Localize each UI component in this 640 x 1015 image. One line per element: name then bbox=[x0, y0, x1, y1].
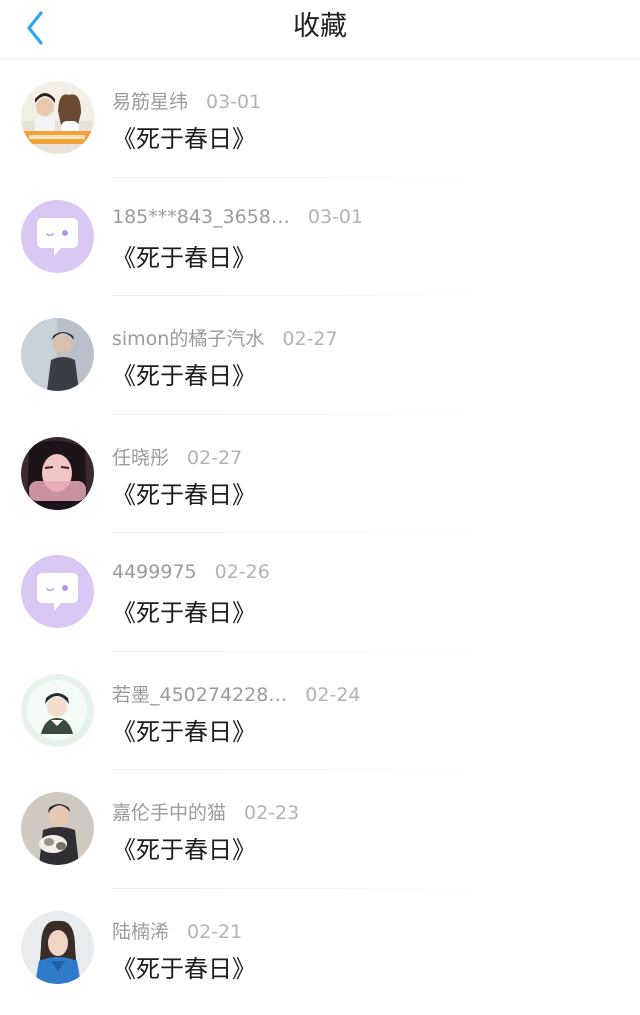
item-meta: 若墨_450274228… 02-24 bbox=[112, 680, 361, 707]
page-title: 收藏 bbox=[293, 11, 347, 42]
item-content: 《死于春日》 bbox=[112, 480, 256, 509]
avatar[interactable] bbox=[21, 318, 94, 391]
favorites-list: 易筋星纬 03-01 《死于春日》 185***843_3658… 03-01 《死… bbox=[0, 59, 640, 1007]
person-photo-icon bbox=[21, 910, 94, 984]
item-meta: simon的橘子汽水 02-27 bbox=[112, 324, 338, 351]
avatar[interactable] bbox=[21, 555, 94, 628]
username[interactable]: 易筋星纬 bbox=[112, 91, 188, 113]
chat-bubble-icon bbox=[21, 199, 94, 273]
list-item[interactable]: 若墨_450274228… 02-24 《死于春日》 bbox=[0, 652, 640, 770]
username[interactable]: 任晓彤 bbox=[112, 447, 169, 469]
item-meta: 185***843_3658… 03-01 bbox=[112, 206, 363, 228]
person-photo-icon bbox=[21, 436, 94, 510]
timestamp: 02-24 bbox=[305, 683, 361, 706]
timestamp: 03-01 bbox=[206, 91, 262, 113]
avatar[interactable] bbox=[21, 436, 94, 510]
list-item[interactable]: 嘉伦手中的猫 02-23 《死于春日》 bbox=[0, 770, 640, 889]
item-content: 《死于春日》 bbox=[112, 599, 256, 627]
item-content: 《死于春日》 bbox=[112, 243, 256, 272]
timestamp: 03-01 bbox=[307, 205, 364, 228]
list-item[interactable]: simon的橘子汽水 02-27 《死于春日》 bbox=[0, 296, 640, 415]
person-photo-icon bbox=[21, 792, 94, 865]
item-content: 《死于春日》 bbox=[112, 954, 256, 983]
photo-couple-avatar-icon bbox=[21, 81, 94, 154]
item-meta: 陆楠浠 02-21 bbox=[112, 917, 242, 944]
timestamp: 02-27 bbox=[187, 446, 243, 469]
username[interactable]: 嘉伦手中的猫 bbox=[112, 802, 226, 824]
list-item[interactable]: 陆楠浠 02-21 《死于春日》 bbox=[0, 889, 640, 1008]
person-photo-icon bbox=[21, 673, 94, 747]
username[interactable]: 4499975 bbox=[112, 561, 197, 583]
item-meta: 嘉伦手中的猫 02-23 bbox=[112, 798, 299, 825]
item-content: 《死于春日》 bbox=[112, 717, 256, 746]
list-item[interactable]: 任晓彤 02-27 《死于春日》 bbox=[0, 415, 640, 533]
item-meta: 易筋星纬 03-01 bbox=[112, 87, 261, 114]
username[interactable]: 若墨_450274228… bbox=[112, 684, 287, 706]
item-content: 《死于春日》 bbox=[112, 125, 256, 153]
chat-bubble-icon bbox=[21, 555, 94, 628]
avatar[interactable] bbox=[21, 81, 94, 154]
item-meta: 任晓彤 02-27 bbox=[112, 443, 242, 470]
timestamp: 02-21 bbox=[187, 920, 243, 943]
person-photo-icon bbox=[21, 318, 94, 391]
item-content: 《死于春日》 bbox=[112, 836, 256, 864]
item-content: 《死于春日》 bbox=[112, 362, 256, 390]
username[interactable]: 185***843_3658… bbox=[112, 206, 290, 228]
avatar[interactable] bbox=[21, 792, 94, 865]
avatar[interactable] bbox=[21, 199, 94, 273]
list-item[interactable]: 4499975 02-26 《死于春日》 bbox=[0, 533, 640, 652]
list-item[interactable]: 易筋星纬 03-01 《死于春日》 bbox=[0, 59, 640, 178]
timestamp: 02-27 bbox=[282, 328, 338, 350]
avatar[interactable] bbox=[21, 673, 94, 747]
item-meta: 4499975 02-26 bbox=[112, 561, 270, 583]
username[interactable]: 陆楠浠 bbox=[112, 921, 169, 943]
header-bar: 收藏 bbox=[0, 0, 640, 59]
timestamp: 02-23 bbox=[244, 802, 300, 824]
avatar[interactable] bbox=[21, 910, 94, 984]
list-item[interactable]: 185***843_3658… 03-01 《死于春日》 bbox=[0, 178, 640, 296]
username[interactable]: simon的橘子汽水 bbox=[112, 328, 264, 350]
timestamp: 02-26 bbox=[214, 561, 270, 583]
